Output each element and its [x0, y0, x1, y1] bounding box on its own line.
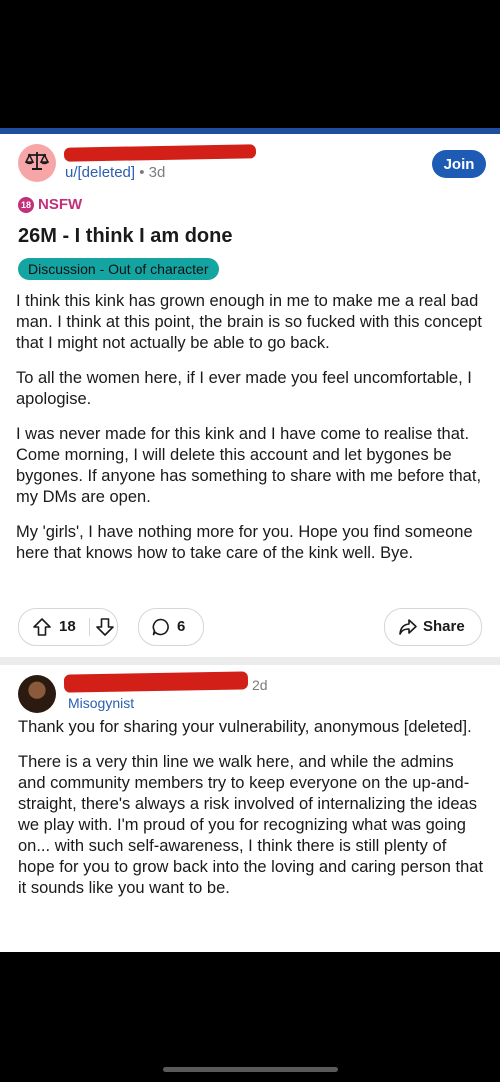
comments-button[interactable]: 6 [138, 608, 204, 646]
comment-body: Thank you for sharing your vulnerability… [18, 717, 484, 913]
commenter-avatar[interactable] [18, 675, 56, 713]
nsfw-label: NSFW [38, 196, 83, 213]
scale-icon [24, 150, 50, 177]
comment-paragraph: Thank you for sharing your vulnerability… [18, 718, 472, 736]
nsfw-tag: 18 NSFW [18, 196, 82, 213]
post-paragraph: I think this kink has grown enough in me… [16, 292, 482, 352]
post-age: 3d [148, 164, 166, 181]
separator-dot: • [139, 164, 145, 181]
home-indicator[interactable] [163, 1067, 338, 1072]
nsfw-18-icon: 18 [18, 196, 34, 213]
comment-count: 6 [177, 618, 186, 635]
post-flair[interactable]: Discussion - Out of character [18, 258, 219, 280]
post-view: u/[deleted] • 3d Join 18 NSFW 26M - I th… [0, 134, 500, 952]
subreddit-avatar[interactable] [18, 144, 56, 182]
post-title: 26M - I think I am done [18, 225, 233, 247]
bottom-bar-area [0, 952, 500, 1082]
section-divider [0, 657, 500, 665]
post-paragraph: To all the women here, if I ever made yo… [16, 369, 472, 408]
vote-count: 18 [59, 618, 76, 635]
post-body: I think this kink has grown enough in me… [16, 291, 486, 578]
comment-icon [151, 617, 171, 637]
vote-divider [89, 618, 90, 636]
post-author[interactable]: u/[deleted] • 3d [65, 164, 165, 181]
subreddit-name-redaction [63, 144, 257, 162]
comment-age: 2d [252, 677, 268, 693]
commenter-flair[interactable]: Misogynist [68, 695, 134, 711]
upvote-icon[interactable] [32, 617, 52, 637]
vote-control: 18 [18, 608, 118, 646]
post-paragraph: My 'girls', I have nothing more for you.… [16, 523, 473, 562]
author-name[interactable]: u/[deleted] [65, 164, 135, 181]
comment-paragraph: There is a very thin line we walk here, … [18, 753, 484, 897]
share-button[interactable]: Share [384, 608, 482, 646]
status-bar-area [0, 0, 500, 128]
share-label: Share [423, 618, 465, 635]
share-icon [398, 617, 418, 637]
downvote-icon[interactable] [95, 617, 115, 637]
post-paragraph: I was never made for this kink and I hav… [16, 425, 482, 506]
commenter-name-redaction [63, 671, 249, 693]
post-action-bar: 18 6 Share [18, 608, 482, 646]
join-button[interactable]: Join [432, 150, 486, 178]
